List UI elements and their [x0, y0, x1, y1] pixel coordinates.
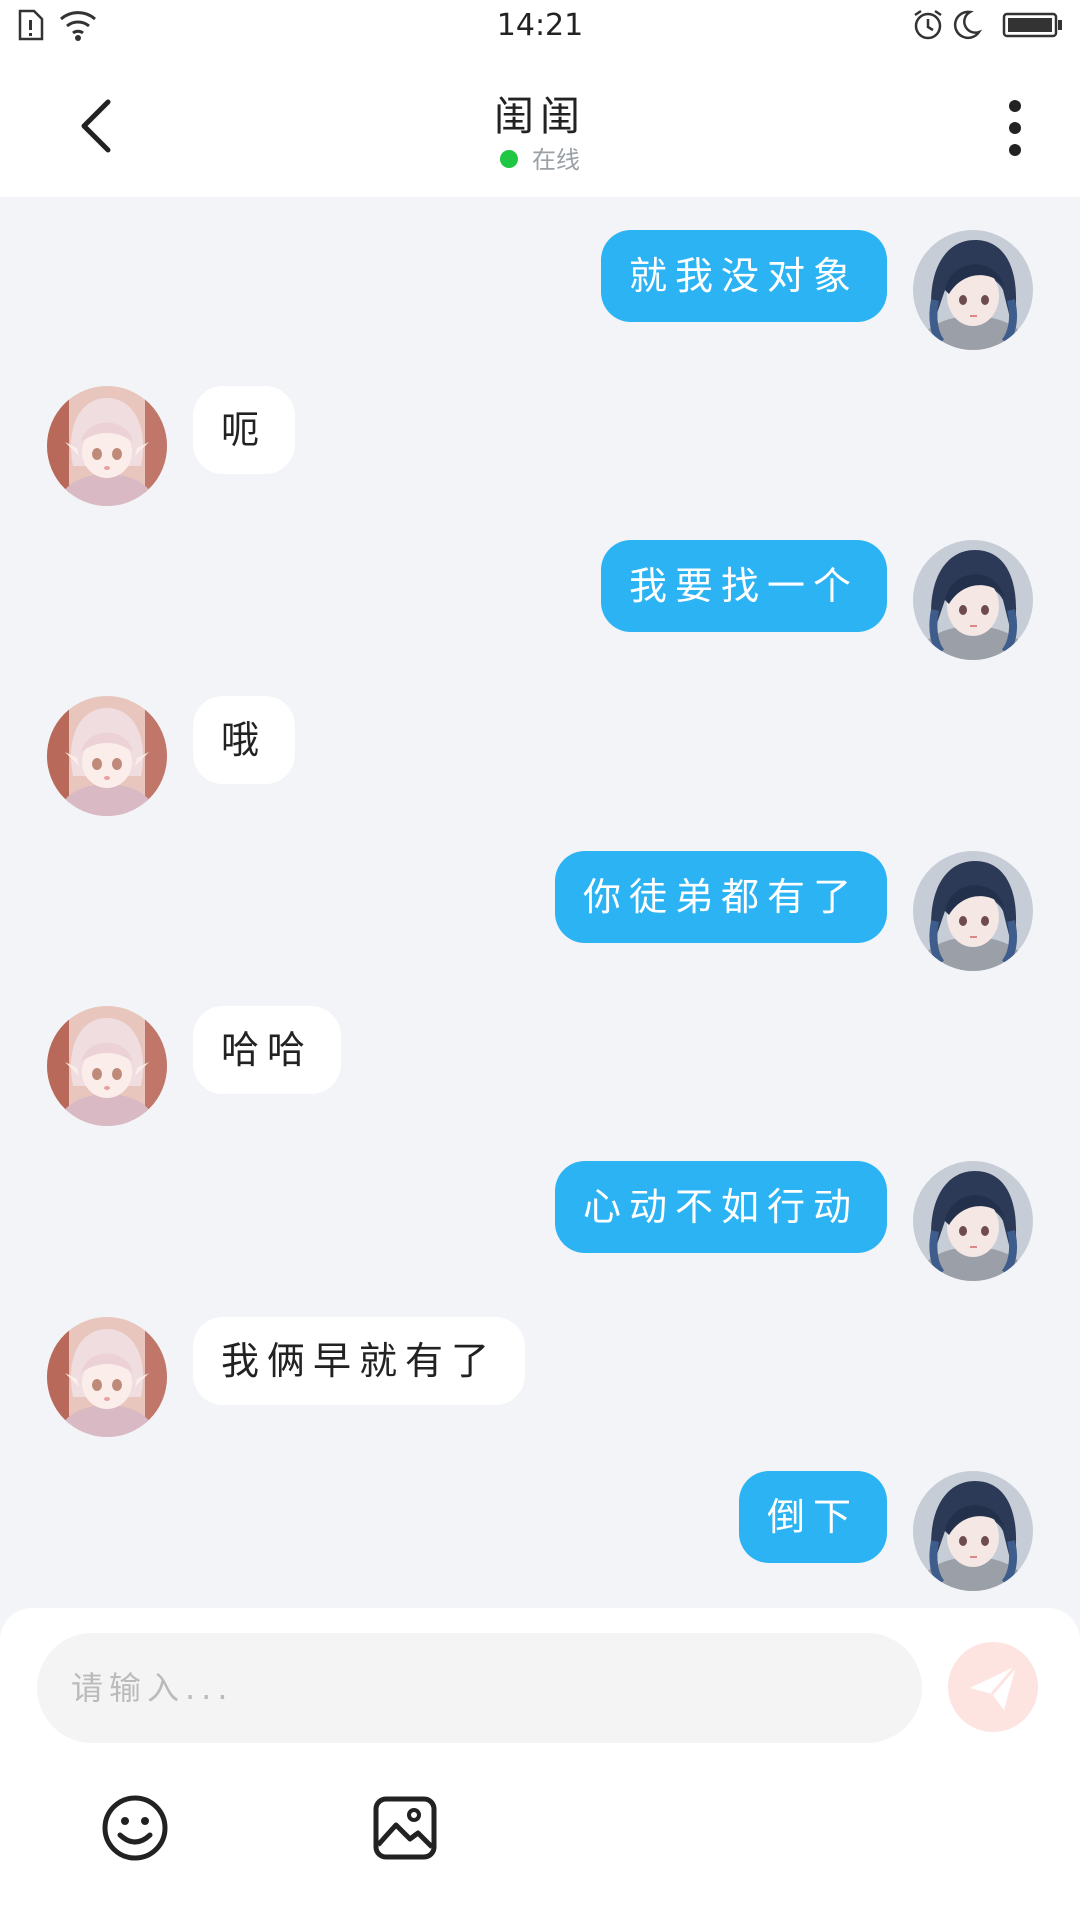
message-composer [0, 1608, 1080, 1920]
message-row: 你徒弟都有了 [0, 851, 1080, 971]
avatar[interactable] [47, 696, 167, 816]
message-bubble-received[interactable]: 我俩早就有了 [193, 1317, 526, 1405]
message-row: 呃 [0, 386, 1080, 506]
avatar[interactable] [913, 851, 1033, 971]
battery-icon [1002, 12, 1062, 38]
avatar[interactable] [47, 1317, 167, 1437]
avatar[interactable] [47, 1006, 167, 1126]
avatar[interactable] [913, 540, 1033, 660]
chat-header: 闺闺 在线 [0, 52, 1080, 197]
status-bar: 14:21 [0, 0, 1080, 52]
online-status-label: 在线 [532, 146, 580, 174]
message-row: 倒下 [0, 1471, 1080, 1591]
message-row: 我俩早就有了 [0, 1317, 1080, 1437]
smiley-icon[interactable] [100, 1793, 170, 1863]
message-row: 就我没对象 [0, 230, 1080, 350]
message-row: 哦 [0, 696, 1080, 816]
contact-name: 闺闺 [494, 94, 586, 140]
message-bubble-sent[interactable]: 心动不如行动 [554, 1161, 887, 1253]
message-row: 哈哈 [0, 1006, 1080, 1126]
avatar[interactable] [913, 1161, 1033, 1281]
message-row: 心动不如行动 [0, 1161, 1080, 1281]
message-bubble-sent[interactable]: 就我没对象 [600, 230, 887, 322]
message-bubble-sent[interactable]: 倒下 [738, 1471, 887, 1563]
avatar[interactable] [913, 230, 1033, 350]
message-row: 我要找一个 [0, 540, 1080, 660]
more-vertical-icon[interactable] [1000, 100, 1030, 156]
avatar[interactable] [913, 1471, 1033, 1591]
image-icon[interactable] [370, 1793, 440, 1863]
message-bubble-sent[interactable]: 你徒弟都有了 [554, 851, 887, 943]
paper-plane-icon [970, 1665, 1018, 1710]
message-bubble-sent[interactable]: 我要找一个 [600, 540, 887, 632]
online-status: 在线 [0, 140, 1080, 175]
message-bubble-received[interactable]: 呃 [193, 386, 296, 474]
moon-icon [953, 10, 982, 40]
message-bubble-received[interactable]: 哈哈 [193, 1006, 342, 1094]
avatar[interactable] [47, 386, 167, 506]
send-button[interactable] [948, 1642, 1038, 1732]
online-dot-icon [500, 150, 518, 168]
alarm-icon [914, 9, 942, 40]
message-bubble-received[interactable]: 哦 [193, 696, 296, 784]
message-input[interactable] [37, 1633, 922, 1743]
